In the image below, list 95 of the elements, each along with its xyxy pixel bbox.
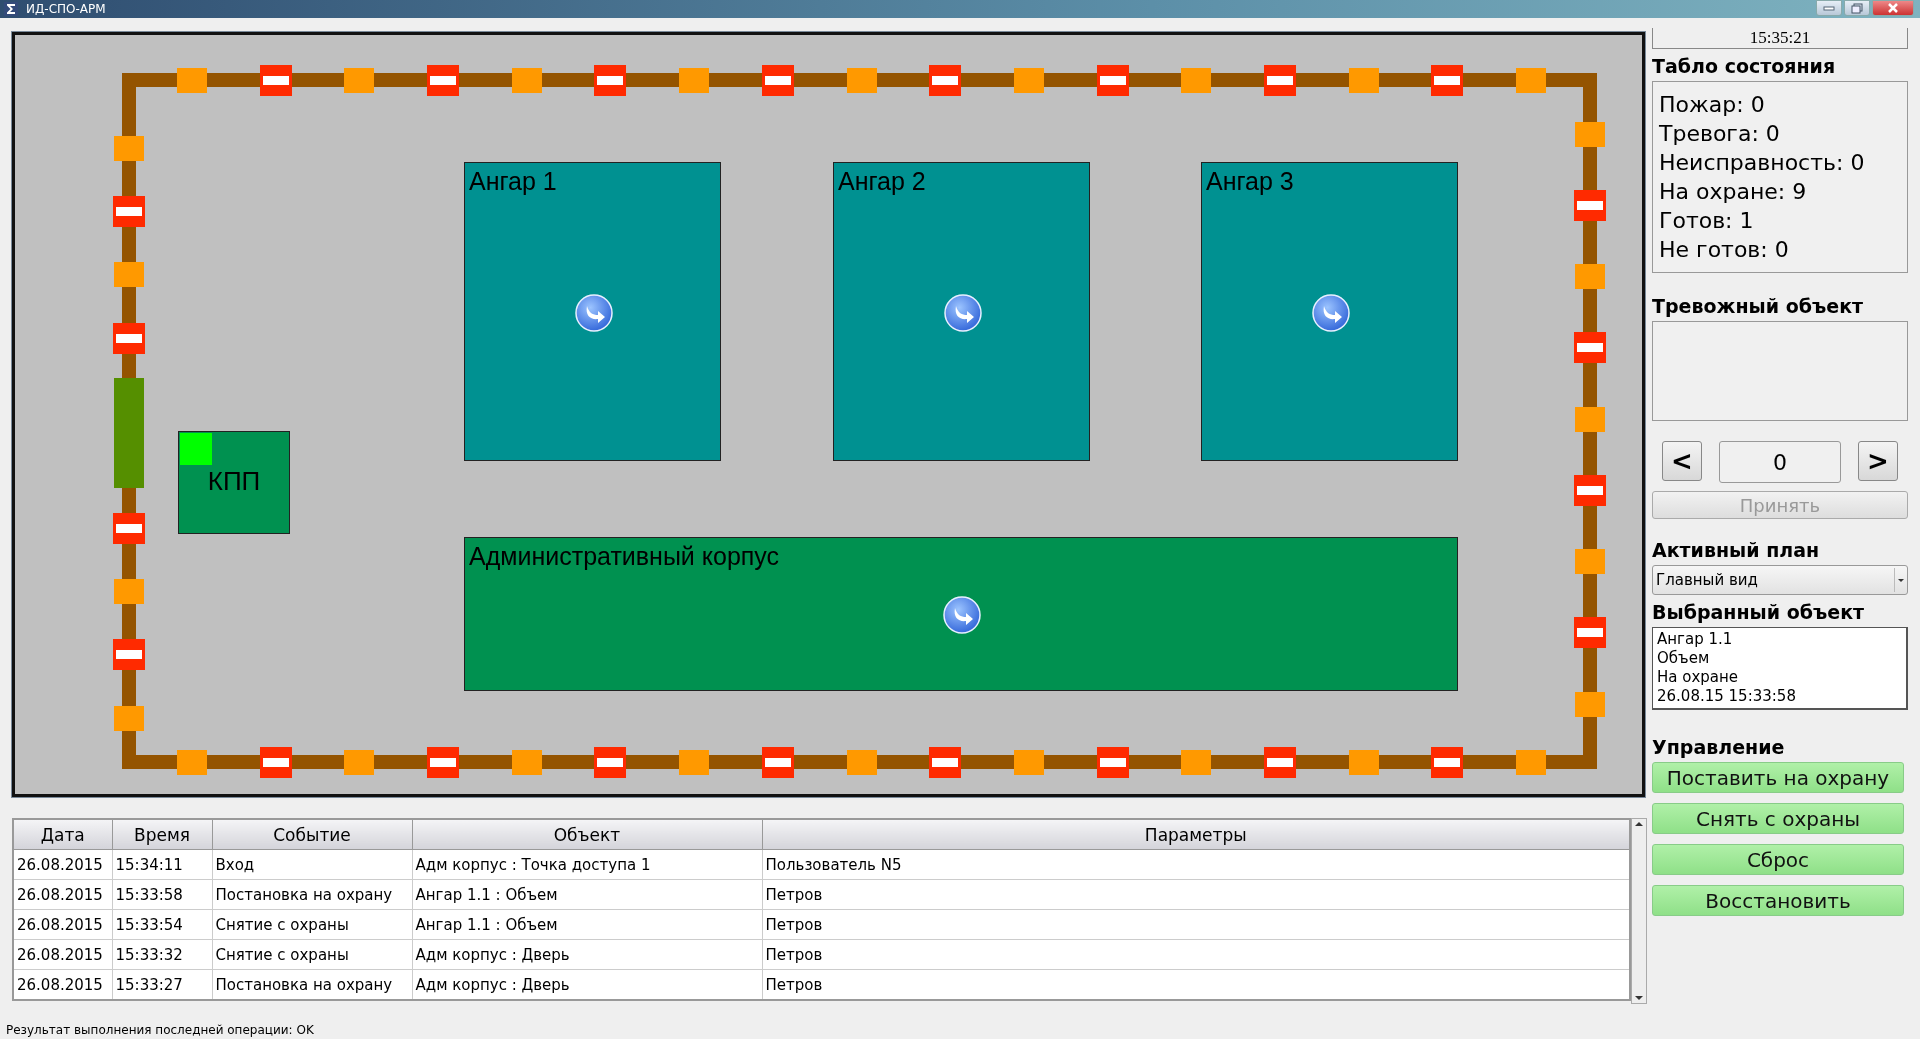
barrier-sensor[interactable]	[259, 64, 292, 96]
hangar-building[interactable]: Ангар 2	[833, 162, 1090, 461]
window-title: ИД-СПО-АРМ	[26, 2, 106, 16]
barrier-sensor[interactable]	[1096, 746, 1129, 778]
control-button[interactable]: Снять с охраны	[1652, 803, 1904, 834]
hangar-building[interactable]: Ангар 1	[464, 162, 721, 461]
plan-dropdown[interactable]: Главный вид	[1652, 565, 1908, 595]
building-label: Ангар 3	[1206, 167, 1294, 196]
restore-icon	[1851, 2, 1863, 14]
barrier-sensor[interactable]	[427, 64, 460, 96]
column-header[interactable]: Параметры	[762, 819, 1630, 850]
barrier-sensor[interactable]	[1096, 64, 1129, 96]
table-cell: 26.08.2015	[13, 879, 112, 910]
status-line: Не готов: 0	[1659, 236, 1790, 264]
barrier-sensor[interactable]	[594, 746, 627, 778]
object-detail: 26.08.15 15:33:58	[1657, 687, 1797, 706]
building-label: Ангар 1	[469, 167, 557, 196]
table-cell: Адм корпус : Точка доступа 1	[412, 849, 762, 880]
barrier-sensor[interactable]	[427, 746, 460, 778]
control-button[interactable]: Восстановить	[1652, 885, 1904, 916]
alarm-counter: 0	[1719, 441, 1841, 483]
table-cell: 15:33:32	[112, 939, 212, 970]
office-building[interactable]: Административный корпус	[464, 537, 1458, 691]
next-button[interactable]: >	[1858, 441, 1898, 481]
navigate-icon[interactable]	[943, 596, 981, 634]
building-label: Ангар 2	[838, 167, 926, 196]
table-cell: Ангар 1.1 : Объем	[412, 909, 762, 940]
table-cell: 26.08.2015	[13, 909, 112, 940]
clock: 15:35:21	[1652, 28, 1908, 49]
barrier-sensor[interactable]	[929, 746, 962, 778]
barrier-sensor[interactable]	[594, 64, 627, 96]
table-cell: Постановка на охрану	[212, 879, 412, 910]
section-heading: Тревожный объект	[1652, 295, 1865, 317]
checkpoint-building[interactable]: КПП	[178, 431, 290, 534]
navigate-icon[interactable]	[943, 293, 982, 332]
column-header[interactable]: Объект	[412, 819, 762, 850]
barrier-sensor[interactable]	[761, 746, 794, 778]
previous-button[interactable]: <	[1662, 441, 1702, 481]
barrier-sensor[interactable]	[113, 322, 145, 354]
minimize-button[interactable]	[1816, 0, 1842, 16]
table-cell: 15:33:58	[112, 879, 212, 910]
hangar-building[interactable]: Ангар 3	[1201, 162, 1458, 461]
table-cell: 26.08.2015	[13, 849, 112, 880]
barrier-sensor[interactable]	[113, 512, 145, 544]
table-cell: 26.08.2015	[13, 939, 112, 970]
control-button[interactable]: Сброс	[1652, 844, 1904, 875]
status-line: На охране: 9	[1659, 178, 1808, 206]
barrier-sensor[interactable]	[1574, 474, 1606, 506]
building-label: Административный корпус	[469, 542, 780, 571]
barrier-sensor[interactable]	[113, 639, 145, 671]
section-heading: Активный план	[1652, 539, 1821, 561]
navigate-icon[interactable]	[1311, 293, 1350, 332]
barrier-sensor[interactable]	[1574, 332, 1606, 364]
control-button[interactable]: Поставить на охрану	[1652, 762, 1904, 793]
table-cell: Снятие с охраны	[212, 939, 412, 970]
barrier-sensor[interactable]	[1574, 617, 1606, 649]
status-line: Пожар: 0	[1659, 91, 1766, 119]
object-detail: Объем	[1657, 649, 1711, 668]
status-message: Результат выполнения последней операции: OK	[6, 1023, 314, 1037]
barrier-sensor[interactable]	[113, 195, 145, 227]
maximize-button[interactable]	[1844, 0, 1870, 16]
barrier-sensor[interactable]	[1431, 64, 1464, 96]
table-cell: 15:34:11	[112, 849, 212, 880]
section-heading: Выбранный объект	[1652, 601, 1866, 623]
barrier-sensor[interactable]	[761, 64, 794, 96]
barrier-sensor[interactable]	[1263, 746, 1296, 778]
navigate-icon[interactable]	[574, 293, 613, 332]
caret-icon	[1894, 568, 1907, 592]
table-cell: Адм корпус : Дверь	[412, 939, 762, 970]
table-cell: 15:33:54	[112, 909, 212, 940]
status-line: Готов: 1	[1659, 207, 1755, 235]
close-button[interactable]	[1872, 0, 1914, 16]
table-cell: Ангар 1.1 : Объем	[412, 879, 762, 910]
section-heading: Управление	[1652, 736, 1786, 758]
status-line: Неисправность: 0	[1659, 149, 1866, 177]
table-cell: Адм корпус : Дверь	[412, 969, 762, 1000]
app-icon	[4, 2, 18, 16]
column-header[interactable]: Дата	[13, 819, 112, 850]
scrollbar[interactable]	[1631, 818, 1647, 1004]
column-header[interactable]: Время	[112, 819, 212, 850]
status-line: Тревога: 0	[1659, 120, 1781, 148]
table-cell: Вход	[212, 849, 412, 880]
barrier-sensor[interactable]	[1574, 189, 1606, 221]
section-heading: Табло состояния	[1652, 55, 1837, 77]
barrier-sensor[interactable]	[1263, 64, 1296, 96]
barrier-sensor[interactable]	[929, 64, 962, 96]
object-detail: На охране	[1657, 668, 1740, 687]
minimize-icon	[1823, 5, 1835, 11]
column-header[interactable]: Событие	[212, 819, 412, 850]
close-icon	[1887, 3, 1899, 13]
barrier-sensor[interactable]	[1431, 746, 1464, 778]
barrier-sensor[interactable]	[259, 746, 292, 778]
building-label: КПП	[206, 466, 262, 497]
object-detail: Ангар 1.1	[1657, 630, 1734, 649]
table-cell: Снятие с охраны	[212, 909, 412, 940]
